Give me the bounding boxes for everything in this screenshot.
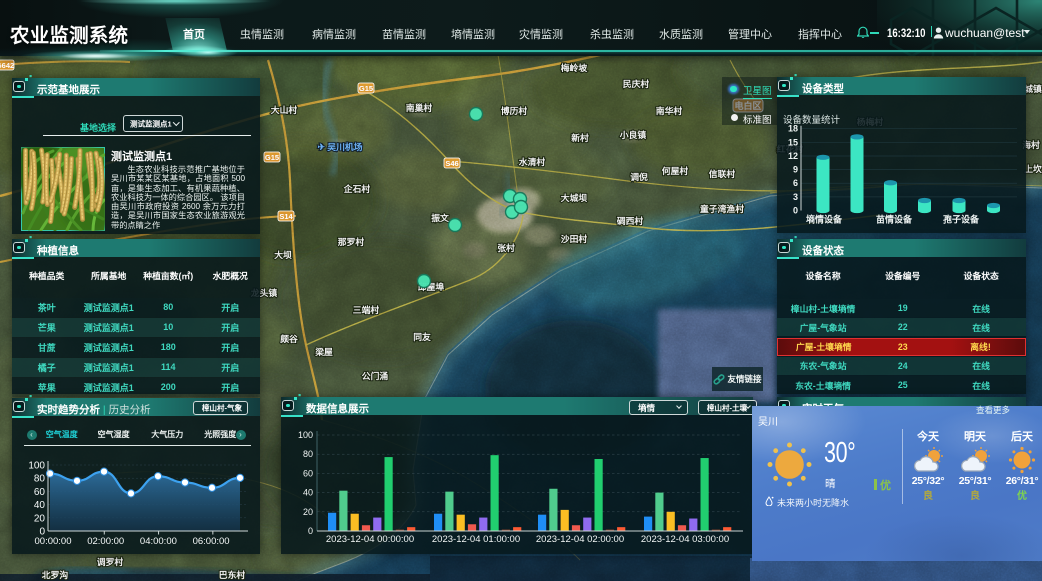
svg-text:2023-12-04 03:00:00: 2023-12-04 03:00:00 (641, 534, 729, 545)
svg-text:振文: 振文 (431, 212, 449, 223)
svg-text:巴东村: 巴东村 (219, 569, 246, 580)
svg-text:城镇: 城镇 (1024, 83, 1042, 94)
svg-text:民庆村: 民庆村 (623, 78, 650, 89)
svg-text:0: 0 (793, 206, 798, 216)
svg-text:沙田村: 沙田村 (561, 233, 588, 244)
svg-text:南华村: 南华村 (656, 105, 683, 116)
svg-text:00:00:00: 00:00:00 (35, 536, 72, 547)
svg-text:新村: 新村 (571, 132, 589, 143)
svg-text:40: 40 (303, 488, 313, 498)
svg-text:南巢村: 南巢村 (406, 102, 433, 113)
svg-text:2023-12-04 00:00:00: 2023-12-04 00:00:00 (326, 534, 414, 545)
svg-text:三端村: 三端村 (353, 304, 380, 315)
svg-text:20: 20 (303, 507, 313, 517)
svg-text:2023-12-04 01:00:00: 2023-12-04 01:00:00 (432, 534, 520, 545)
svg-text:15: 15 (788, 137, 798, 147)
svg-text:04:00:00: 04:00:00 (140, 536, 177, 547)
svg-text:20: 20 (34, 513, 46, 524)
svg-text:100: 100 (28, 461, 45, 472)
svg-text:小良镇: 小良镇 (620, 129, 647, 140)
svg-text:调罗村: 调罗村 (97, 556, 124, 567)
svg-text:02:00:00: 02:00:00 (87, 536, 124, 547)
svg-text:信联村: 信联村 (709, 168, 736, 179)
svg-text:企石村: 企石村 (343, 183, 371, 194)
svg-text:0: 0 (308, 526, 313, 536)
svg-text:100: 100 (298, 430, 313, 440)
svg-text:梅岭坡: 梅岭坡 (561, 62, 588, 73)
svg-text:梁屋: 梁屋 (314, 346, 333, 357)
svg-text:3: 3 (793, 192, 798, 202)
svg-text:碉西村: 碉西村 (617, 215, 644, 226)
svg-text:大城坝: 大城坝 (561, 192, 588, 203)
svg-text:✈ 吴川机场: ✈ 吴川机场 (317, 141, 362, 152)
svg-text:同友: 同友 (413, 331, 431, 342)
svg-text:40: 40 (34, 500, 46, 511)
svg-text:调倪: 调倪 (630, 171, 648, 182)
svg-text:60: 60 (34, 487, 46, 498)
svg-text:孢子设备: 孢子设备 (943, 214, 980, 225)
svg-text:80: 80 (303, 449, 313, 459)
svg-text:80: 80 (34, 474, 46, 485)
svg-text:6: 6 (793, 178, 798, 188)
svg-text:童子湾渔村: 童子湾渔村 (700, 203, 744, 214)
svg-text:苗情设备: 苗情设备 (876, 214, 913, 225)
svg-text:颇谷: 颇谷 (280, 333, 298, 344)
svg-text:墒情设备: 墒情设备 (806, 214, 843, 225)
svg-text:大坝: 大坝 (274, 249, 292, 260)
svg-text:博历村: 博历村 (501, 105, 528, 116)
svg-text:公门涌: 公门涌 (362, 370, 389, 381)
svg-text:18: 18 (788, 124, 798, 134)
svg-text:9: 9 (793, 165, 798, 175)
svg-text:张村: 张村 (497, 242, 515, 253)
svg-text:60: 60 (303, 468, 313, 478)
svg-text:06:00:00: 06:00:00 (193, 536, 230, 547)
svg-text:水清村: 水清村 (519, 156, 546, 167)
svg-text:2023-12-04 02:00:00: 2023-12-04 02:00:00 (536, 534, 624, 545)
svg-text:北罗沟: 北罗沟 (42, 569, 69, 580)
svg-text:上坎: 上坎 (1024, 163, 1042, 174)
svg-text:大山村: 大山村 (271, 104, 298, 115)
svg-text:那罗村: 那罗村 (338, 236, 365, 247)
svg-text:何屋村: 何屋村 (662, 165, 689, 176)
svg-text:12: 12 (788, 151, 798, 161)
